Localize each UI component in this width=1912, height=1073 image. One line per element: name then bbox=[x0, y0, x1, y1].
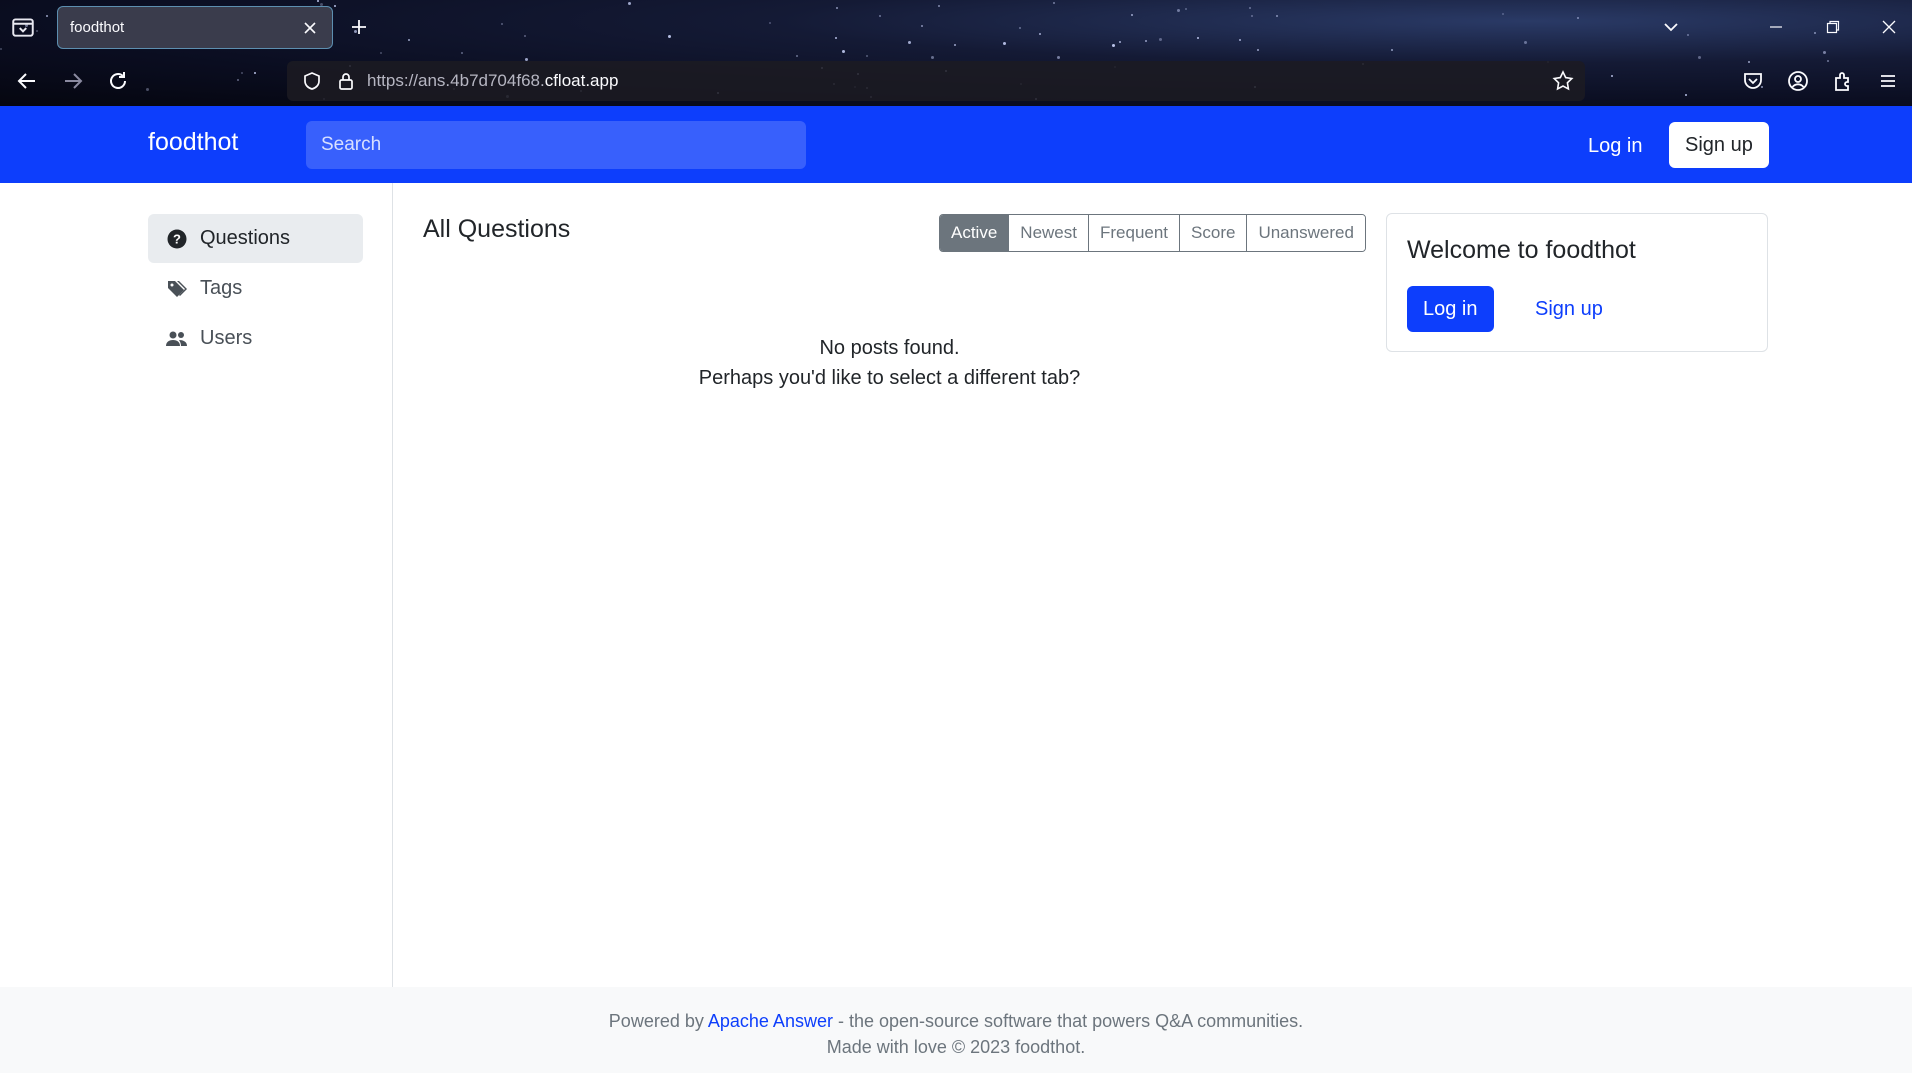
menu-icon[interactable] bbox=[1873, 66, 1903, 96]
apache-answer-link[interactable]: Apache Answer bbox=[708, 1011, 833, 1031]
close-tab-icon[interactable] bbox=[300, 18, 320, 38]
sidebar-item-questions[interactable]: ? Questions bbox=[148, 214, 363, 263]
welcome-title: Welcome to foodthot bbox=[1407, 236, 1636, 264]
sidebar-item-label: Users bbox=[200, 327, 253, 349]
tags-icon bbox=[166, 278, 188, 300]
welcome-card: Welcome to foodthot Log in Sign up bbox=[1386, 213, 1768, 352]
back-arrow-icon[interactable] bbox=[12, 66, 42, 96]
filter-score[interactable]: Score bbox=[1179, 215, 1247, 251]
tab-bar: foodthot bbox=[0, 0, 1912, 54]
star-dot bbox=[796, 55, 798, 57]
people-icon bbox=[166, 328, 188, 350]
empty-state: No posts found. Perhaps you'd like to se… bbox=[423, 333, 1356, 393]
svg-text:?: ? bbox=[173, 231, 181, 246]
brand-logo[interactable]: foodthot bbox=[148, 128, 238, 157]
reload-icon[interactable] bbox=[103, 66, 133, 96]
shield-icon[interactable] bbox=[301, 70, 323, 92]
minimize-icon[interactable] bbox=[1763, 14, 1789, 40]
chevron-down-icon[interactable] bbox=[1658, 14, 1684, 40]
close-window-icon[interactable] bbox=[1876, 14, 1902, 40]
star-dot bbox=[866, 55, 868, 57]
new-tab-icon[interactable] bbox=[346, 14, 372, 40]
lock-icon[interactable] bbox=[335, 70, 357, 92]
bookmark-star-icon[interactable] bbox=[1551, 69, 1575, 93]
search-input[interactable] bbox=[306, 121, 806, 169]
header-signup-button[interactable]: Sign up bbox=[1669, 122, 1769, 168]
sidebar-item-label: Questions bbox=[200, 227, 291, 249]
url-text: https://ans.4b7d704f68.cfloat.app bbox=[367, 71, 619, 90]
extensions-icon[interactable] bbox=[1828, 66, 1858, 96]
made-with-love-line: Made with love © 2023 foodthot. bbox=[826, 1037, 1086, 1057]
sidebar-item-users[interactable]: Users bbox=[148, 314, 363, 363]
address-bar[interactable]: https://ans.4b7d704f68.cfloat.app bbox=[287, 61, 1585, 101]
powered-by-line: Powered by Apache Answer - the open-sour… bbox=[608, 1011, 1304, 1031]
tab-title: foodthot bbox=[70, 19, 125, 36]
card-signup-link[interactable]: Sign up bbox=[1519, 286, 1619, 332]
header-login-button[interactable]: Log in bbox=[1576, 126, 1655, 166]
browser-tab[interactable]: foodthot bbox=[57, 6, 333, 49]
browser-chrome: foodthot https://ans.4b7d704f68.cfloat.a… bbox=[0, 0, 1912, 106]
tab-list-icon[interactable] bbox=[10, 14, 36, 40]
site-footer: Powered by Apache Answer - the open-sour… bbox=[0, 987, 1912, 1073]
question-circle-icon: ? bbox=[166, 228, 188, 250]
empty-message: No posts found. bbox=[819, 337, 960, 359]
restore-icon[interactable] bbox=[1820, 14, 1846, 40]
filter-frequent[interactable]: Frequent bbox=[1087, 215, 1180, 251]
browser-toolbar: https://ans.4b7d704f68.cfloat.app bbox=[0, 58, 1912, 104]
page-title: All Questions bbox=[423, 215, 571, 243]
sidebar-item-label: Tags bbox=[200, 277, 243, 299]
forward-arrow-icon[interactable] bbox=[58, 66, 88, 96]
card-login-button[interactable]: Log in bbox=[1407, 286, 1494, 332]
sort-filter-group: Active Newest Frequent Score Unanswered bbox=[939, 214, 1366, 252]
account-icon[interactable] bbox=[1783, 66, 1813, 96]
pocket-icon[interactable] bbox=[1738, 66, 1768, 96]
filter-unanswered[interactable]: Unanswered bbox=[1246, 215, 1365, 251]
filter-active[interactable]: Active bbox=[940, 215, 1009, 251]
sidebar: ? Questions Tags Users bbox=[0, 183, 393, 987]
empty-hint: Perhaps you'd like to select a different… bbox=[698, 367, 1081, 389]
site-header: foodthot Log in Sign up bbox=[0, 106, 1912, 183]
sidebar-item-tags[interactable]: Tags bbox=[148, 264, 363, 313]
filter-newest[interactable]: Newest bbox=[1008, 215, 1088, 251]
